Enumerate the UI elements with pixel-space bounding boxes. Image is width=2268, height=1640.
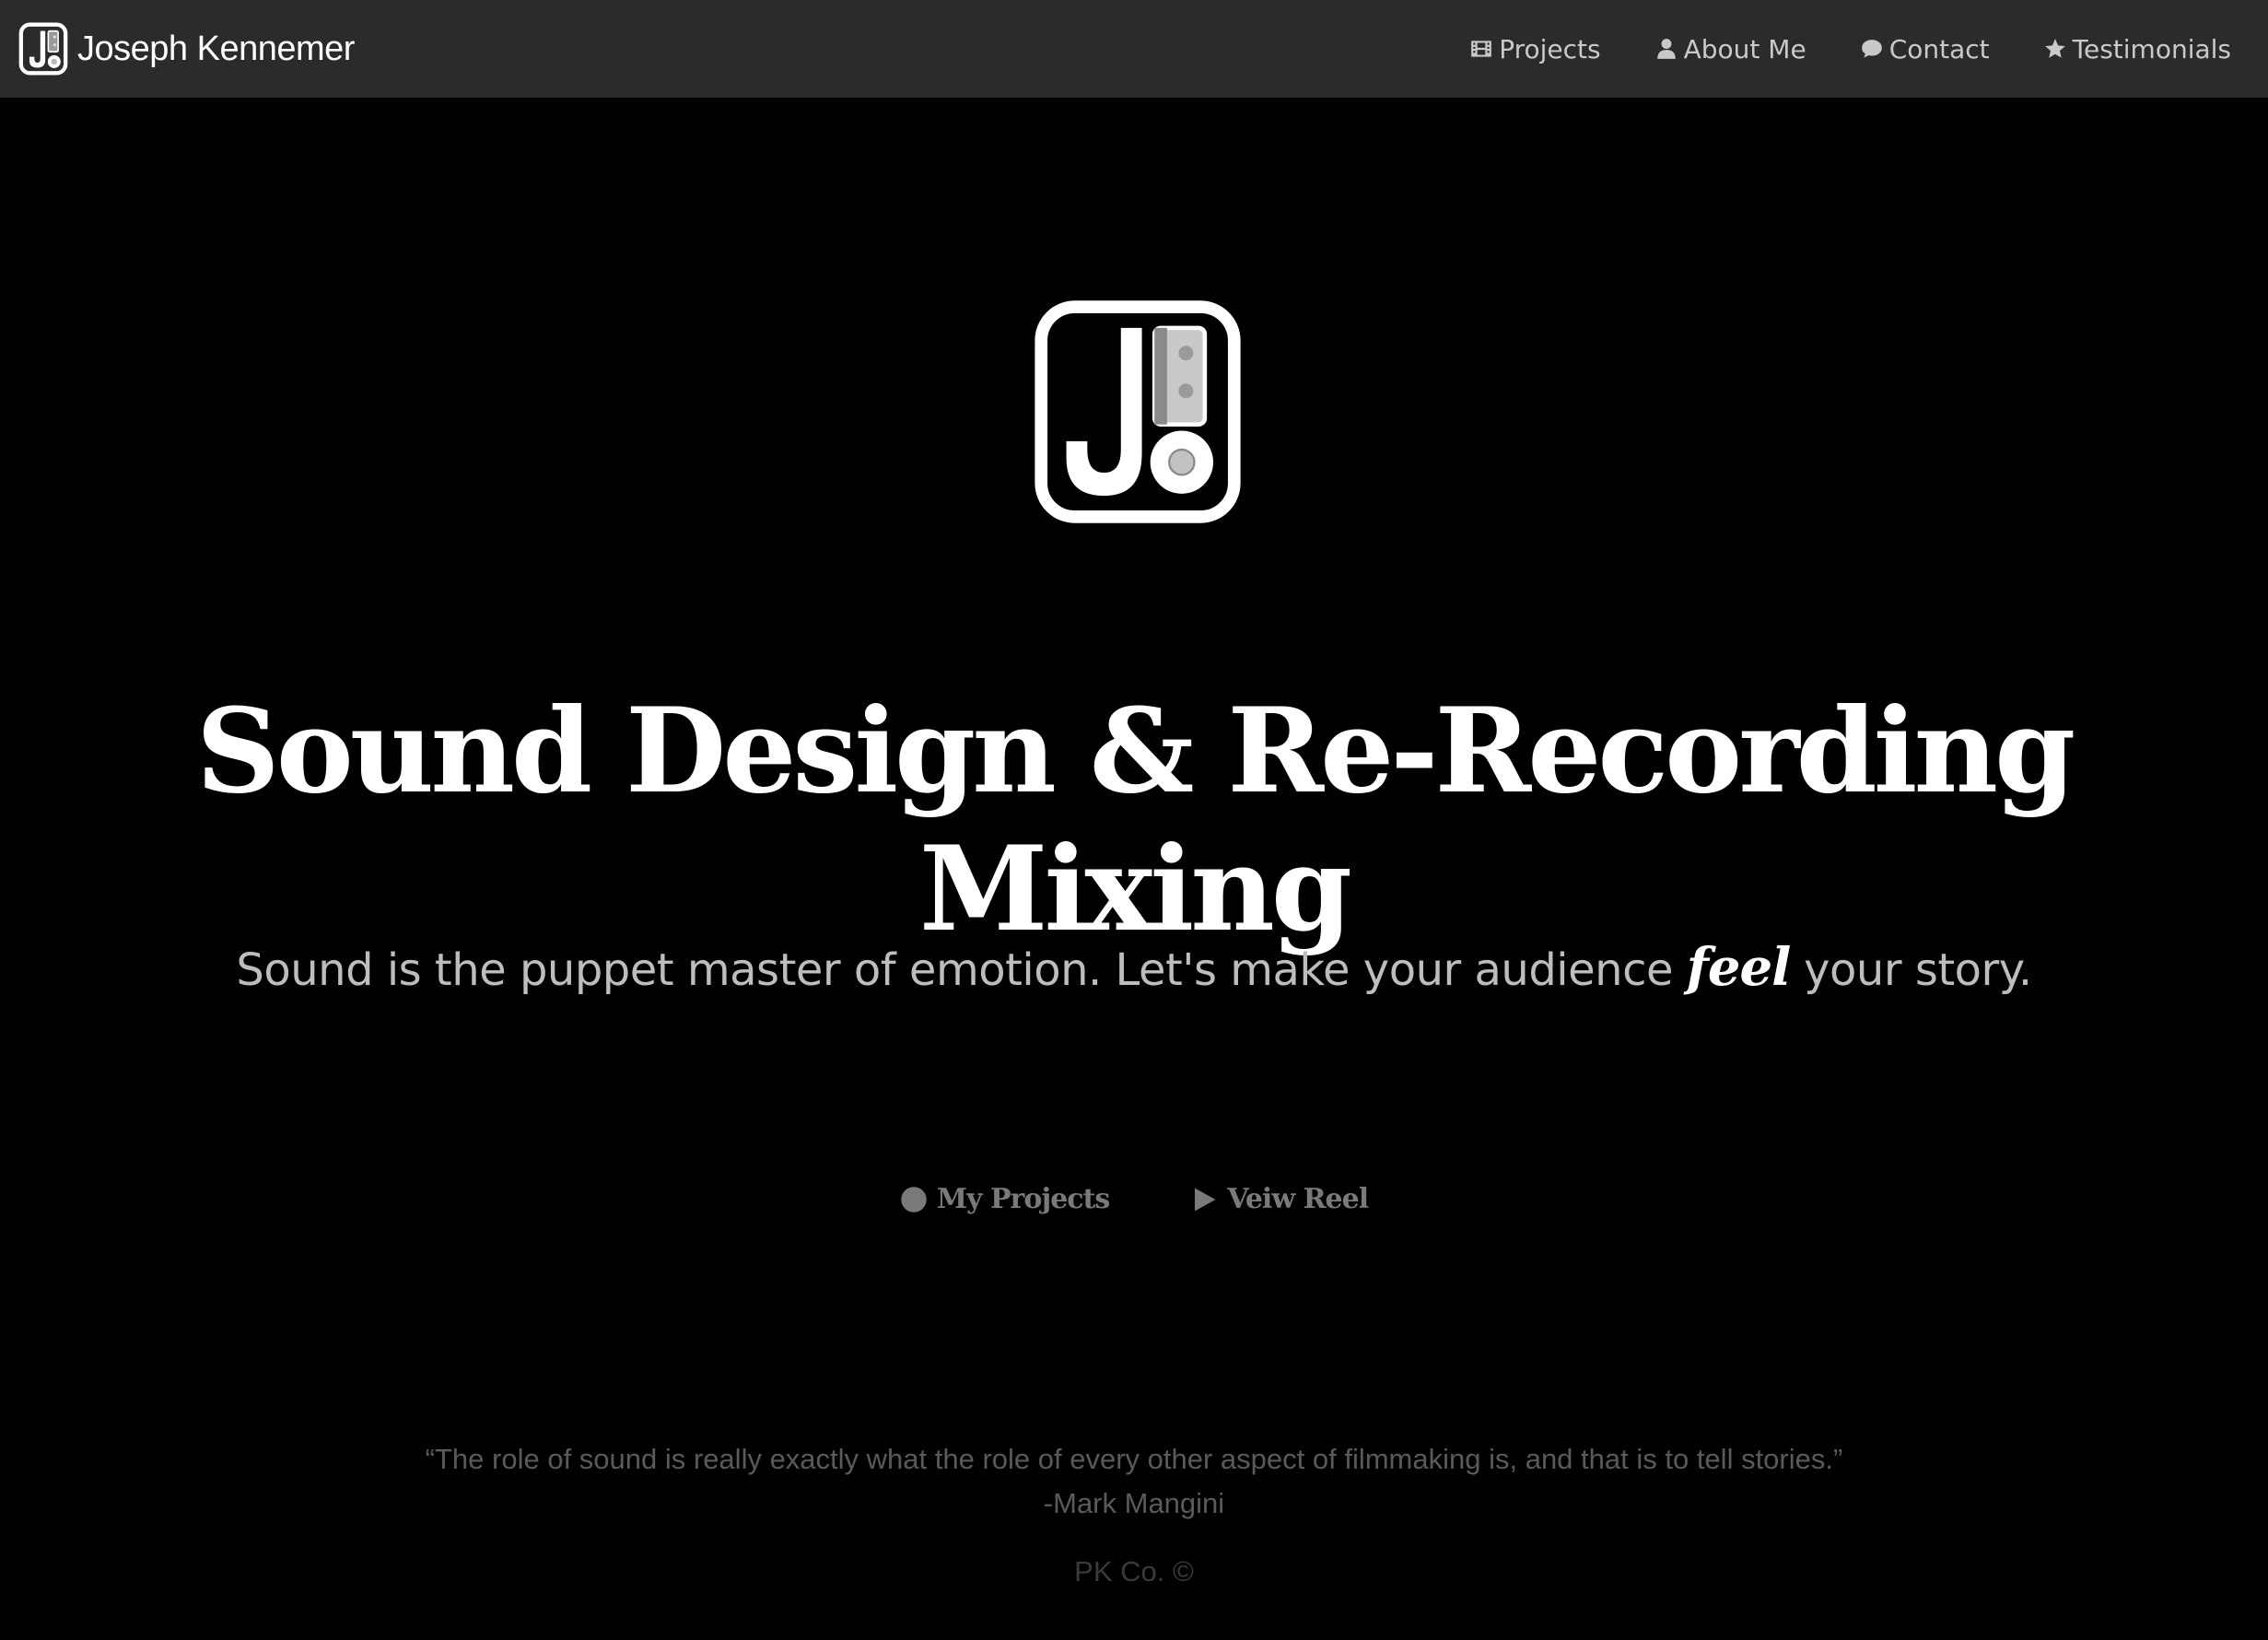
star-icon [2044,39,2065,58]
view-reel-button[interactable]: Veiw Reel [1190,1183,1369,1215]
circle-icon [901,1186,927,1212]
quote-author: -Mark Mangini [1043,1487,1225,1519]
nav-label-projects: Projects [1499,33,1601,64]
play-icon [1195,1188,1216,1211]
hero-actions: My Projects Veiw Reel [0,1183,2268,1215]
nav-label-about: About Me [1683,33,1806,64]
tagline-text-end: your story. [1790,944,2032,996]
nav-item-contact[interactable]: Contact [1860,34,1990,64]
hero-logo-icon [1035,300,1241,523]
my-projects-label: My Projects [936,1183,1110,1215]
brand-link[interactable]: Joseph Kennemer [18,22,355,76]
user-icon [1656,39,1676,59]
view-reel-label: Veiw Reel [1227,1183,1369,1215]
brand-logo-icon [18,22,68,76]
comment-icon [1861,40,1882,58]
hero-tagline: Sound is the puppet master of emotion. L… [0,932,2268,1005]
quote-text: “The role of sound is really exactly wha… [425,1443,1843,1475]
nav-item-projects[interactable]: Projects [1469,33,1601,64]
tagline-text-start: Sound is the puppet master of emotion. L… [236,944,1687,996]
nav-item-testimonials[interactable]: Testimonials [2043,34,2231,64]
top-navbar: Joseph Kennemer Projects About Me Contac… [0,0,2268,98]
my-projects-button[interactable]: My Projects [900,1183,1110,1215]
nav-label-contact: Contact [1888,33,1990,64]
footer-copyright: PK Co. © [1074,1555,1194,1587]
film-icon [1471,41,1492,57]
quote-block: “The role of sound is really exactly wha… [0,1437,2268,1526]
tagline-emphasis: feel [1686,937,1792,998]
hero-headline: Sound Design & Re-Recording Mixing [195,683,2076,957]
brand-name: Joseph Kennemer [77,29,355,68]
nav-links: Projects About Me Contact Testimonials [1469,34,2250,64]
nav-label-testimonials: Testimonials [2072,33,2231,64]
nav-item-about[interactable]: About Me [1654,34,1806,64]
